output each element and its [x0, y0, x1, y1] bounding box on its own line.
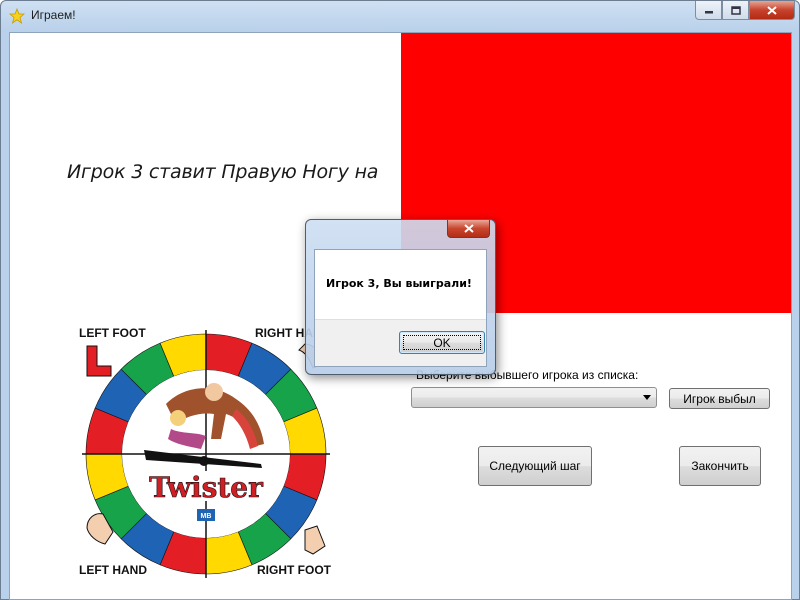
star-icon: [8, 7, 26, 24]
close-button[interactable]: [749, 1, 795, 20]
label-left-foot: LEFT FOOT: [79, 326, 146, 340]
next-step-button[interactable]: Следующий шаг: [478, 446, 592, 486]
label-right-foot: RIGHT FOOT: [257, 563, 332, 577]
finish-button[interactable]: Закончить: [679, 446, 761, 486]
close-icon: [463, 224, 474, 233]
close-icon: [767, 5, 777, 15]
player-out-button[interactable]: Игрок выбыл: [669, 388, 770, 409]
dialog-footer: OK: [315, 319, 486, 366]
title-bar[interactable]: Играем!: [1, 1, 799, 31]
dialog-body: Игрок 3, Вы выиграли! OK: [314, 249, 487, 367]
window-title: Играем!: [31, 8, 76, 22]
ok-button[interactable]: OK: [399, 331, 485, 354]
message-dialog: Игрок 3, Вы выиграли! OK: [305, 219, 496, 375]
instruction-text: Игрок 3 ставит Правую Ногу на: [67, 161, 379, 183]
caption-buttons: [695, 1, 795, 21]
mb-badge: MB: [201, 513, 212, 520]
minimize-button[interactable]: [695, 1, 722, 20]
dialog-close-button[interactable]: [447, 220, 490, 238]
focus-rectangle: [403, 335, 481, 350]
minimize-icon: [704, 11, 713, 14]
dialog-message: Игрок 3, Вы выиграли!: [326, 277, 472, 290]
label-left-hand: LEFT HAND: [79, 563, 147, 577]
maximize-button[interactable]: [722, 1, 749, 20]
chevron-down-icon: [643, 395, 651, 400]
twister-image: LEFT FOOT RIGHT HAND LEFT HAND RIGHT FOO…: [73, 322, 339, 582]
player-select[interactable]: [411, 387, 657, 408]
twister-logo: Twister: [149, 471, 264, 504]
maximize-icon: [730, 5, 741, 15]
